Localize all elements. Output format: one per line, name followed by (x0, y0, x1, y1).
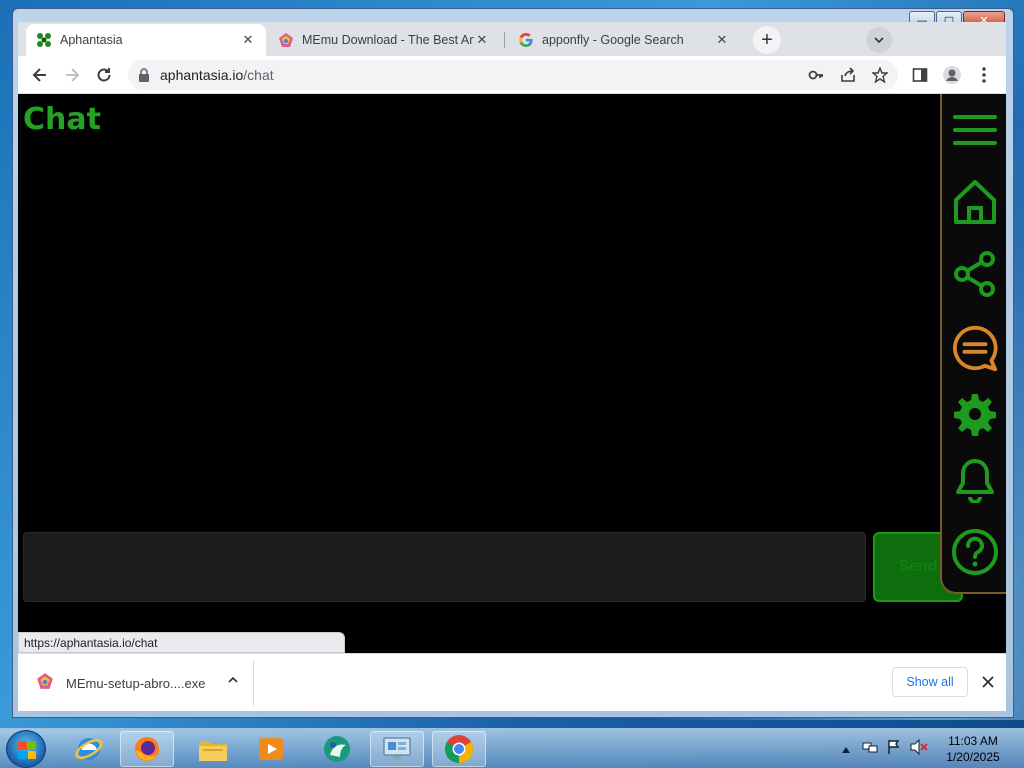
chat-icon[interactable] (951, 324, 999, 372)
tab-strip: Aphantasia ✕ MEmu Download - The Best An… (18, 22, 1006, 56)
firefox-icon[interactable] (120, 731, 174, 767)
key-icon[interactable] (806, 65, 826, 85)
windows-logo-icon (18, 741, 36, 759)
memu-favicon-icon (278, 32, 294, 48)
file-explorer-icon[interactable] (186, 731, 240, 767)
status-bar-url: https://aphantasia.io/chat (18, 632, 345, 653)
volume-muted-icon[interactable] (910, 738, 928, 760)
address-bar[interactable]: aphantasia.io/chat (128, 60, 898, 90)
page-title: Chat (23, 102, 101, 137)
remote-desktop-icon[interactable] (370, 731, 424, 767)
internet-explorer-icon[interactable] (62, 731, 116, 767)
chevron-up-icon[interactable] (227, 674, 239, 689)
close-download-shelf-button[interactable] (976, 670, 1000, 694)
side-panel-icon (912, 68, 928, 82)
download-file-name: MEmu-setup-abro....exe (66, 675, 206, 691)
app-icon[interactable] (310, 731, 364, 767)
browser-menu-button[interactable] (972, 63, 996, 87)
profile-button[interactable] (940, 63, 964, 87)
tab-search-button[interactable] (866, 27, 892, 53)
home-icon[interactable] (951, 178, 999, 226)
system-clock[interactable]: 11:03 AM 1/20/2025 (936, 733, 1010, 765)
show-hidden-icons-icon[interactable] (842, 740, 850, 758)
memu-file-icon (36, 672, 54, 695)
help-icon[interactable] (951, 528, 999, 576)
google-favicon-icon (518, 32, 534, 48)
download-item[interactable]: MEmu-setup-abro....exe (18, 660, 254, 706)
side-navigation (940, 94, 1006, 594)
tab-separator (504, 32, 505, 48)
tab-aphantasia[interactable]: Aphantasia ✕ (26, 24, 266, 56)
url-text: aphantasia.io/chat (160, 67, 274, 83)
tab-title: apponfly - Google Search (542, 33, 684, 47)
profile-avatar-icon (943, 66, 961, 84)
new-tab-button[interactable]: + (753, 26, 781, 54)
lock-icon (138, 68, 150, 87)
back-button[interactable] (28, 63, 52, 87)
share-icon[interactable] (951, 250, 999, 298)
tab-title: Aphantasia (60, 33, 123, 47)
side-panel-button[interactable] (908, 63, 932, 87)
forward-arrow-icon (66, 68, 80, 82)
bookmark-star-icon[interactable] (870, 65, 890, 85)
tab-memu[interactable]: MEmu Download - The Best Andr ✕ (268, 24, 500, 56)
media-player-icon[interactable] (244, 731, 298, 767)
tab-title: MEmu Download - The Best Andr (302, 33, 474, 47)
chrome-icon[interactable] (432, 731, 486, 767)
action-center-flag-icon[interactable] (886, 739, 902, 760)
share-page-icon[interactable] (838, 65, 858, 85)
browser-toolbar: aphantasia.io/chat (18, 56, 1006, 94)
reload-icon (97, 68, 111, 82)
download-shelf: MEmu-setup-abro....exe Show all (18, 653, 1006, 711)
tab-google-search[interactable]: apponfly - Google Search ✕ (508, 24, 740, 56)
menu-icon[interactable] (951, 106, 999, 154)
chat-message-input[interactable] (23, 532, 866, 602)
tab-close-icon[interactable]: ✕ (240, 32, 256, 48)
show-all-downloads-button[interactable]: Show all (892, 667, 968, 697)
url-host: aphantasia.io (160, 67, 244, 83)
tab-close-icon[interactable]: ✕ (474, 32, 490, 48)
clock-date: 1/20/2025 (946, 750, 1000, 764)
reload-button[interactable] (92, 63, 116, 87)
page-content: Chat Send https://aphantasia.io/chat (18, 94, 1006, 653)
network-icon[interactable] (862, 739, 878, 760)
clock-time: 11:03 AM (948, 734, 998, 748)
system-tray (842, 729, 928, 768)
aphantasia-favicon-icon (36, 32, 52, 48)
close-icon (982, 676, 994, 688)
bell-icon[interactable] (951, 456, 999, 504)
settings-icon[interactable] (951, 390, 999, 438)
windows-taskbar: 11:03 AM 1/20/2025 (0, 728, 1024, 768)
chevron-down-icon (874, 37, 884, 44)
start-button[interactable] (6, 730, 46, 768)
url-path: /chat (243, 67, 274, 83)
forward-button[interactable] (60, 63, 84, 87)
tab-close-icon[interactable]: ✕ (714, 32, 730, 48)
more-vert-icon (982, 67, 986, 83)
back-arrow-icon (32, 68, 46, 82)
